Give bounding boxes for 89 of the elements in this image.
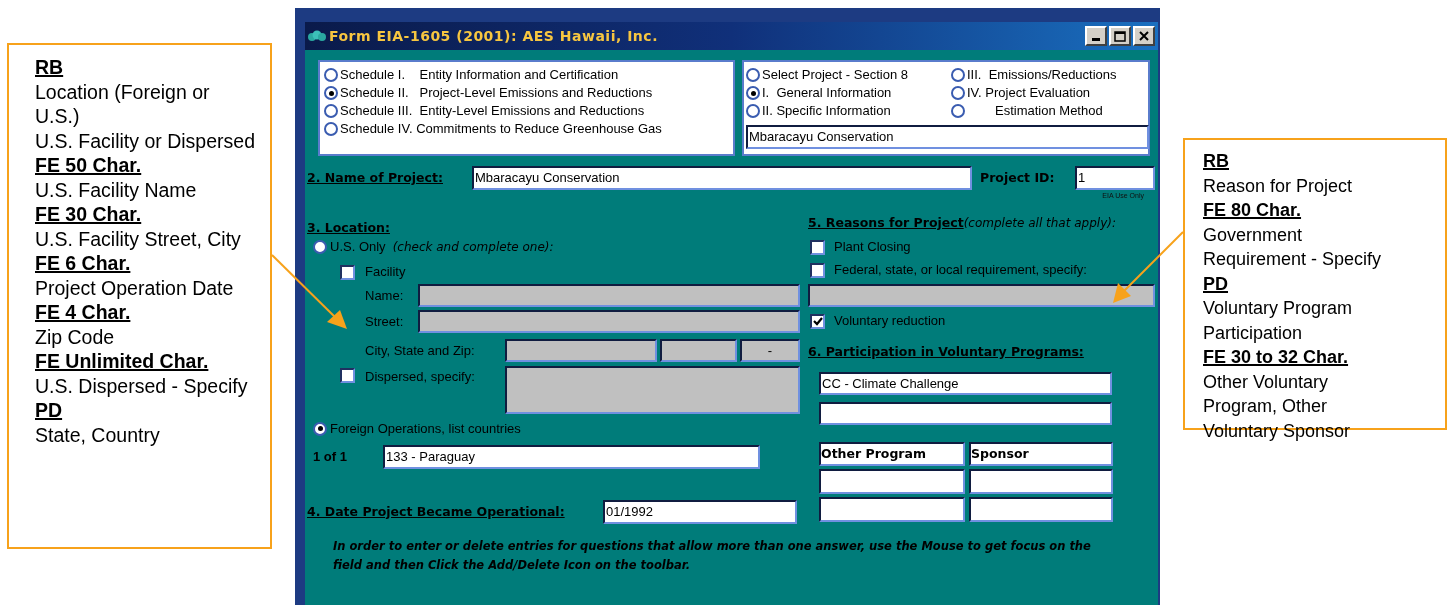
- radio-button[interactable]: [324, 68, 338, 82]
- instruction-text: In order to enter or delete entries for questions that allow more than one answer, use the Mouse to get focus on the field and then Click the Add/Delete Icon on the toolbar.: [333, 538, 1092, 574]
- checkbox[interactable]: [340, 264, 355, 280]
- callout-heading: PD: [1203, 272, 1229, 296]
- text-field[interactable]: [819, 402, 1112, 425]
- checkbox[interactable]: [810, 313, 825, 329]
- callout-heading: FE 80 Char.: [1203, 199, 1303, 222]
- radio-label: Select Project - Section 8: [762, 66, 908, 85]
- callout-text: State, Country: [35, 422, 161, 447]
- radio-label: Schedule III. Entity-Level Emissions and Reductions: [340, 102, 645, 121]
- callout-heading: RB: [35, 55, 65, 80]
- callout-text: U.S. Dispersed - Specify: [35, 373, 249, 398]
- radio-button[interactable]: [324, 122, 338, 136]
- callout-heading: FE 50 Char.: [35, 153, 143, 178]
- window-title: Form EIA-1605 (2001): AES Hawaii, Inc.: [329, 26, 658, 46]
- radio-label: U.S. Only: [330, 237, 386, 256]
- callout-text: U.S. Facility Name: [35, 177, 198, 202]
- text-field[interactable]: [819, 469, 965, 494]
- callout-text: U.S. Facility Street, City: [35, 226, 242, 251]
- checkbox-label: Federal, state, or local requirement, specify:: [834, 261, 1087, 280]
- callout-text: U.S. Facility or Dispersed: [35, 128, 256, 153]
- radio-label: Schedule I. Entity Information and Certification: [340, 66, 619, 85]
- text-field[interactable]: Mbaracayu Conservation: [472, 166, 972, 190]
- field-label: City, State and Zip:: [365, 341, 476, 360]
- radio-button[interactable]: [951, 104, 965, 118]
- callout-text: Reason for Project: [1203, 174, 1354, 198]
- radio-button[interactable]: [951, 86, 965, 100]
- logo-icon: [308, 29, 326, 43]
- radio-button[interactable]: [746, 68, 760, 82]
- radio-button[interactable]: [313, 421, 327, 436]
- callout-heading: FE 30 to 32 Char.: [1203, 346, 1350, 369]
- radio-label: IV. Project Evaluation: [967, 84, 1091, 103]
- field-label: Name:: [365, 286, 405, 305]
- radio-button[interactable]: [324, 104, 338, 118]
- field-label: Street:: [365, 312, 405, 331]
- radio-label: III. Emissions/Reductions: [967, 66, 1117, 85]
- close-icon: [1139, 31, 1149, 41]
- callout-text: Zip Code: [35, 324, 116, 349]
- radio-button[interactable]: [951, 68, 965, 82]
- radio-label: Estimation Method: [995, 102, 1103, 121]
- field-label: Project ID:: [980, 168, 1056, 187]
- checkbox-label: Voluntary reduction: [834, 312, 946, 331]
- callout-text: Government Requirement - Specify: [1203, 223, 1383, 271]
- checkbox[interactable]: [810, 239, 825, 255]
- checkbox-label: Facility: [365, 263, 406, 282]
- text-field[interactable]: 01/1992: [603, 500, 797, 524]
- maximize-button[interactable]: [1109, 26, 1131, 46]
- callout-heading: PD: [35, 398, 64, 423]
- checkbox-label: Dispersed, specify:: [365, 368, 476, 386]
- radio-label: Schedule II. Project-Level Emissions and Reductions: [340, 84, 653, 103]
- hint-text: (complete all that apply):: [963, 215, 1116, 232]
- callout-heading: RB: [1203, 150, 1230, 173]
- checkbox-label: Plant Closing: [834, 238, 911, 257]
- text-field[interactable]: CC - Climate Challenge: [819, 372, 1112, 395]
- callout-heading: FE 6 Char.: [35, 251, 132, 276]
- radio-button[interactable]: [746, 86, 760, 100]
- text-field[interactable]: 133 - Paraguay: [383, 445, 760, 469]
- callout-text: Location (Foreign or U.S.): [35, 79, 211, 129]
- section-heading: 4. Date Project Became Operational:: [307, 502, 566, 521]
- close-button[interactable]: [1133, 26, 1155, 46]
- text-field[interactable]: 1: [1075, 166, 1155, 190]
- text-field[interactable]: Mbaracayu Conservation: [746, 125, 1149, 149]
- callout-text: Voluntary Program Participation: [1203, 297, 1354, 345]
- radio-label: Schedule IV. Commitments to Reduce Greenhouse Gas: [340, 120, 662, 139]
- text-field[interactable]: [969, 497, 1113, 522]
- section-heading: 5. Reasons for Project: [808, 213, 964, 232]
- hint-text: (check and complete one):: [392, 238, 554, 256]
- callout-heading: FE Unlimited Char.: [35, 349, 210, 374]
- radio-label: II. Specific Information: [762, 102, 891, 121]
- radio-button[interactable]: [313, 239, 327, 254]
- callout-text: Project Operation Date: [35, 275, 235, 300]
- radio-button[interactable]: [746, 104, 760, 118]
- checkbox[interactable]: [810, 262, 825, 278]
- radio-button[interactable]: [324, 86, 338, 100]
- section-heading: 3. Location:: [307, 218, 390, 237]
- minimize-icon: [1092, 38, 1100, 41]
- callout-heading: FE 4 Char.: [35, 300, 132, 325]
- callout-heading: FE 30 Char.: [35, 202, 143, 227]
- section-heading: 2. Name of Project:: [307, 168, 444, 187]
- record-counter: 1 of 1: [313, 448, 348, 467]
- radio-label: Foreign Operations, list countries: [330, 419, 521, 438]
- maximize-icon: [1114, 30, 1126, 42]
- section-heading: 6. Participation in Voluntary Programs:: [808, 342, 1084, 361]
- radio-label: I. General Information: [762, 84, 892, 103]
- text-field[interactable]: [819, 497, 965, 522]
- column-header: Other Program: [819, 442, 965, 466]
- minimize-button[interactable]: [1085, 26, 1107, 46]
- text-field[interactable]: [969, 469, 1113, 494]
- column-header: Sponsor: [969, 442, 1113, 466]
